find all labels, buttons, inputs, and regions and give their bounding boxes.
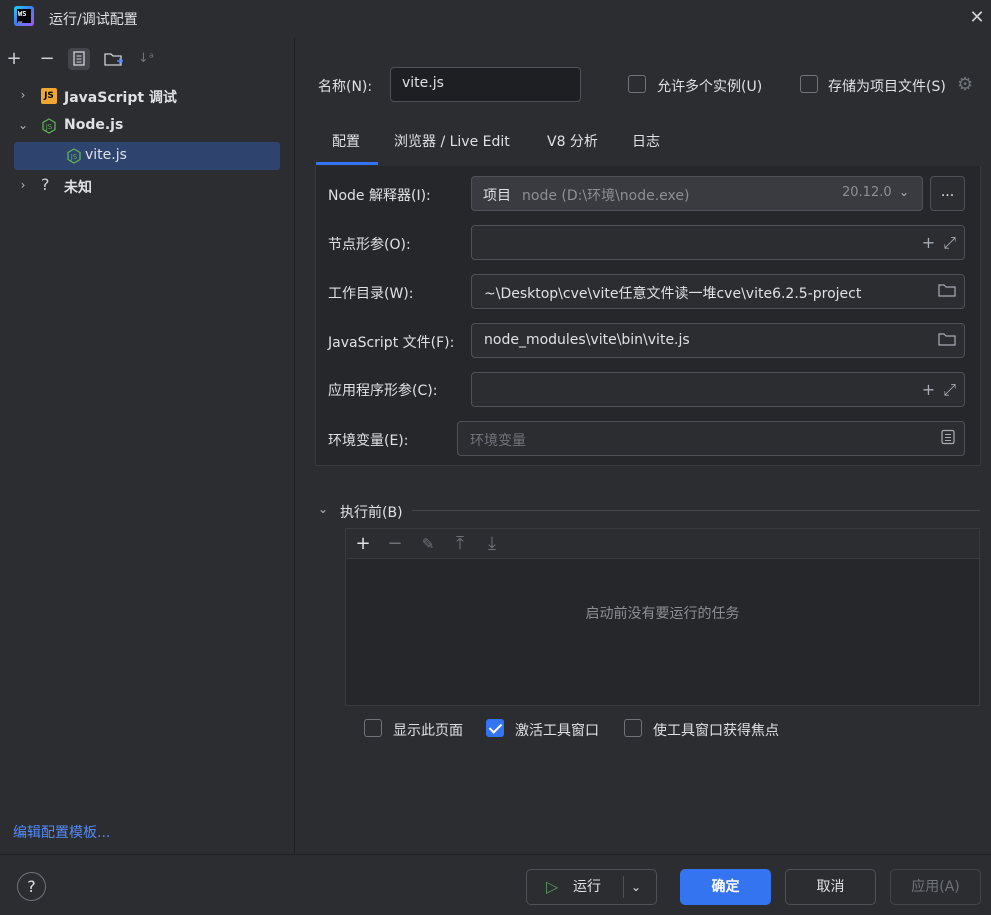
- activate-tool-window-label: 激活工具窗口: [515, 723, 599, 739]
- env-label: 环境变量(E):: [328, 433, 409, 449]
- folder-icon[interactable]: [938, 282, 956, 302]
- svg-text:JS: JS: [45, 123, 53, 131]
- empty-text: 启动前没有要运行的任务: [585, 606, 740, 622]
- add-icon[interactable]: +: [3, 48, 25, 70]
- copy-icon[interactable]: [68, 48, 90, 70]
- before-launch-list: 启动前没有要运行的任务: [345, 559, 980, 706]
- run-label: 运行: [573, 879, 601, 895]
- add-icon[interactable]: +: [352, 533, 374, 555]
- add-icon[interactable]: +: [922, 233, 935, 252]
- activate-tool-window-checkbox[interactable]: [486, 719, 504, 737]
- tree-item-unknown[interactable]: › ? 未知: [0, 172, 295, 200]
- tab-config[interactable]: 配置: [332, 131, 360, 151]
- tree-item-label: 未知: [64, 180, 92, 196]
- window-title: 运行/调试配置: [49, 12, 138, 28]
- apply-button[interactable]: 应用(A): [890, 869, 981, 905]
- folder-icon[interactable]: [938, 331, 956, 351]
- show-page-checkbox[interactable]: [364, 719, 382, 737]
- tree-item-vite-js[interactable]: JS vite.js: [14, 142, 280, 170]
- expand-icon[interactable]: ⤢: [943, 233, 956, 252]
- chevron-down-icon[interactable]: ⌄: [318, 502, 328, 516]
- gear-icon[interactable]: ⚙: [957, 75, 977, 95]
- remove-icon[interactable]: −: [384, 533, 406, 555]
- name-label: 名称(N):: [318, 79, 373, 95]
- edit-templates-link[interactable]: 编辑配置模板...: [13, 822, 110, 842]
- chevron-down-icon[interactable]: ⌄: [631, 870, 641, 904]
- tab-v8-profiling[interactable]: V8 分析: [547, 131, 598, 151]
- divider: [412, 510, 980, 511]
- focus-tool-window-checkbox[interactable]: [624, 719, 642, 737]
- tree-item-label: JavaScript 调试: [64, 90, 177, 106]
- edit-icon[interactable]: ✎: [417, 533, 439, 555]
- tree-item-javascript-debug[interactable]: › JS JavaScript 调试: [0, 82, 295, 110]
- help-button[interactable]: ?: [17, 872, 46, 901]
- svg-text:JS: JS: [70, 153, 78, 161]
- focus-tool-window-label: 使工具窗口获得焦点: [653, 723, 779, 739]
- new-folder-icon[interactable]: [102, 48, 124, 70]
- move-up-icon[interactable]: ⤒: [449, 533, 471, 555]
- chevron-down-icon: ⌄: [899, 185, 910, 199]
- close-icon[interactable]: ✕: [966, 7, 988, 29]
- interpreter-kind: 项目: [483, 188, 511, 204]
- title-bar: [0, 0, 991, 38]
- js-file-input[interactable]: node_modules\vite\bin\vite.js: [471, 323, 965, 358]
- tree-item-nodejs[interactable]: ⌄ JS Node.js: [0, 112, 295, 140]
- question-icon: ?: [41, 175, 50, 194]
- show-page-label: 显示此页面: [393, 723, 463, 739]
- nodejs-icon: JS: [66, 148, 82, 164]
- nodejs-icon: JS: [41, 118, 57, 134]
- remove-icon[interactable]: −: [36, 48, 58, 70]
- env-placeholder: 环境变量: [470, 433, 526, 449]
- app-params-label: 应用程序形参(C):: [328, 383, 438, 399]
- workdir-value: ~\Desktop\cve\vite任意文件读一堆cve\vite6.2.5-p…: [484, 286, 862, 302]
- before-launch-title[interactable]: 执行前(B): [340, 502, 403, 522]
- add-icon[interactable]: +: [922, 380, 935, 399]
- workdir-input[interactable]: ~\Desktop\cve\vite任意文件读一堆cve\vite6.2.5-p…: [471, 274, 965, 309]
- divider: [623, 876, 624, 898]
- expand-icon[interactable]: ⤢: [943, 380, 956, 399]
- webstorm-logo-icon: WS —: [14, 6, 34, 26]
- play-icon: ▷: [546, 877, 559, 896]
- js-icon: JS: [41, 88, 57, 104]
- before-launch-toolbar: + − ✎ ⤒ ⤓: [345, 528, 980, 559]
- interpreter-version: 20.12.0: [842, 185, 892, 200]
- ok-button[interactable]: 确定: [680, 869, 771, 905]
- tab-browser-live-edit[interactable]: 浏览器 / Live Edit: [394, 131, 510, 151]
- interpreter-label: Node 解释器(I):: [328, 188, 431, 204]
- node-params-input[interactable]: + ⤢: [471, 225, 965, 260]
- chevron-down-icon[interactable]: ⌄: [15, 117, 31, 133]
- sort-icon[interactable]: ↓ᵃ: [135, 48, 157, 70]
- run-button[interactable]: ▷ 运行 ⌄: [526, 869, 657, 905]
- interpreter-select[interactable]: 项目 node (D:\环境\node.exe) 20.12.0 ⌄: [471, 176, 923, 211]
- move-down-icon[interactable]: ⤓: [481, 533, 503, 555]
- env-input[interactable]: 环境变量: [457, 421, 965, 456]
- browse-interpreter-button[interactable]: ...: [930, 176, 965, 211]
- allow-multiple-checkbox[interactable]: [628, 75, 646, 93]
- interpreter-path: node (D:\环境\node.exe): [522, 188, 690, 204]
- divider: [0, 854, 991, 855]
- node-params-label: 节点形参(O):: [328, 237, 411, 253]
- js-file-value: node_modules\vite\bin\vite.js: [484, 332, 690, 348]
- active-tab-indicator: [316, 162, 378, 165]
- store-as-project-checkbox[interactable]: [800, 75, 818, 93]
- chevron-right-icon[interactable]: ›: [15, 177, 31, 193]
- js-file-label: JavaScript 文件(F):: [328, 335, 455, 351]
- tree-item-label: vite.js: [85, 147, 127, 163]
- tree-item-label: Node.js: [64, 117, 124, 133]
- workdir-label: 工作目录(W):: [328, 286, 414, 302]
- name-input[interactable]: vite.js: [390, 67, 581, 102]
- list-icon[interactable]: [940, 429, 956, 449]
- cancel-button[interactable]: 取消: [785, 869, 876, 905]
- chevron-right-icon[interactable]: ›: [15, 87, 31, 103]
- tab-logs[interactable]: 日志: [632, 131, 660, 151]
- app-params-input[interactable]: + ⤢: [471, 372, 965, 407]
- allow-multiple-label: 允许多个实例(U): [657, 79, 763, 95]
- store-as-project-label: 存储为项目文件(S): [828, 79, 946, 95]
